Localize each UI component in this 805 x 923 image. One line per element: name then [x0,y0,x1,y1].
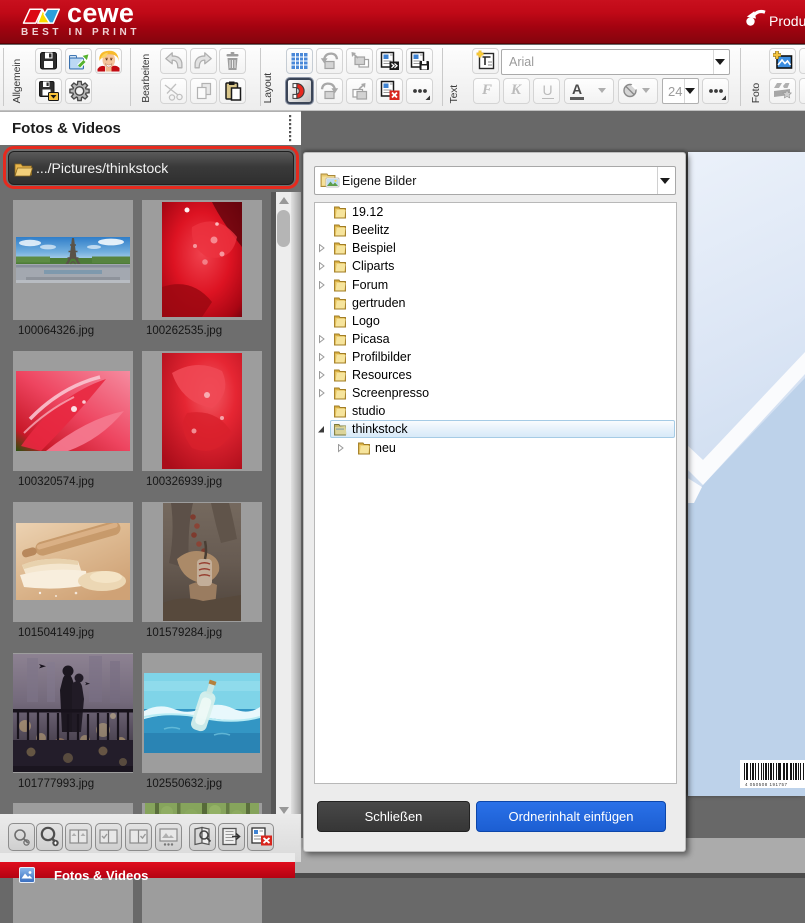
svg-text:4 050508 191757: 4 050508 191757 [745,782,788,787]
